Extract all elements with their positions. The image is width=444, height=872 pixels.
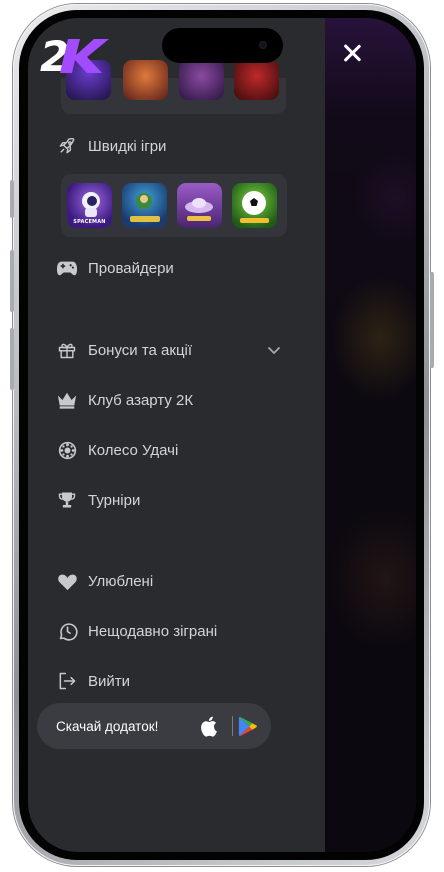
menu-item-label: Швидкі ігри: [88, 137, 167, 155]
menu-item-label: Вийти: [88, 672, 131, 690]
menu-item-wheel[interactable]: Колесо Удачі: [56, 436, 178, 464]
action-button: [10, 180, 14, 218]
menu-item-label: Клуб азарту 2К: [88, 391, 194, 409]
apple-icon[interactable]: [200, 715, 220, 737]
heart-icon: [56, 570, 78, 592]
game-thumb[interactable]: [122, 183, 167, 228]
gift-icon: [56, 339, 78, 361]
game-thumb-spaceman[interactable]: SPACEMAN: [67, 183, 112, 228]
menu-item-club[interactable]: Клуб азарту 2К: [56, 386, 193, 414]
recent-games-strip: [61, 60, 286, 114]
trophy-icon: [56, 489, 78, 511]
menu-item-logout[interactable]: Вийти: [56, 667, 130, 695]
game-art: [130, 193, 160, 222]
logout-icon: [56, 670, 78, 692]
crown-icon: [56, 389, 78, 411]
power-button: [430, 272, 434, 368]
menu-item-label: Турніри: [88, 491, 141, 509]
brand-logo[interactable]: 2: [38, 33, 118, 77]
menu-item-label: Колесо Удачі: [88, 441, 179, 459]
menu-item-quick-games[interactable]: Швидкі ігри: [56, 132, 166, 160]
game-art: [185, 198, 213, 221]
phone-screen: 2 Швидкі ігри SPACEMAN Провайдери Бонуси…: [28, 18, 416, 852]
history-icon: [56, 620, 78, 642]
gamepad-icon: [56, 257, 78, 279]
menu-item-favorites[interactable]: Улюблені: [56, 567, 153, 595]
game-thumb[interactable]: [179, 60, 224, 100]
menu-item-recent[interactable]: Нещодавно зіграні: [56, 617, 217, 645]
wheel-icon: [56, 439, 78, 461]
menu-item-label: Нещодавно зіграні: [88, 622, 218, 640]
volume-down-button: [10, 328, 14, 390]
game-thumb[interactable]: [123, 60, 168, 100]
app-download-label: Скачай додаток!: [56, 718, 159, 734]
menu-item-label: Улюблені: [88, 572, 154, 590]
page-backdrop-overlay[interactable]: [325, 18, 416, 852]
soccer-ball-icon: [240, 191, 269, 223]
chevron-down-icon[interactable]: [265, 341, 283, 359]
google-play-icon[interactable]: [238, 716, 258, 737]
app-download-banner[interactable]: Скачай додаток!: [37, 703, 271, 749]
rocket-icon: [56, 135, 78, 157]
divider: [232, 716, 233, 736]
menu-item-providers[interactable]: Провайдери: [56, 254, 174, 282]
game-thumb[interactable]: [232, 183, 277, 228]
quick-games-strip: SPACEMAN: [61, 174, 287, 237]
side-menu-drawer: 2 Швидкі ігри SPACEMAN Провайдери Бонуси…: [28, 18, 325, 852]
front-camera: [259, 41, 267, 49]
menu-item-bonuses[interactable]: Бонуси та акції: [56, 336, 192, 364]
game-thumb[interactable]: [177, 183, 222, 228]
game-thumb[interactable]: [234, 60, 279, 100]
menu-item-label: Бонуси та акції: [88, 341, 193, 359]
close-icon[interactable]: [339, 40, 365, 66]
menu-item-label: Провайдери: [88, 259, 174, 277]
menu-item-tournaments[interactable]: Турніри: [56, 486, 140, 514]
dynamic-island: [162, 28, 283, 63]
volume-up-button: [10, 250, 14, 312]
